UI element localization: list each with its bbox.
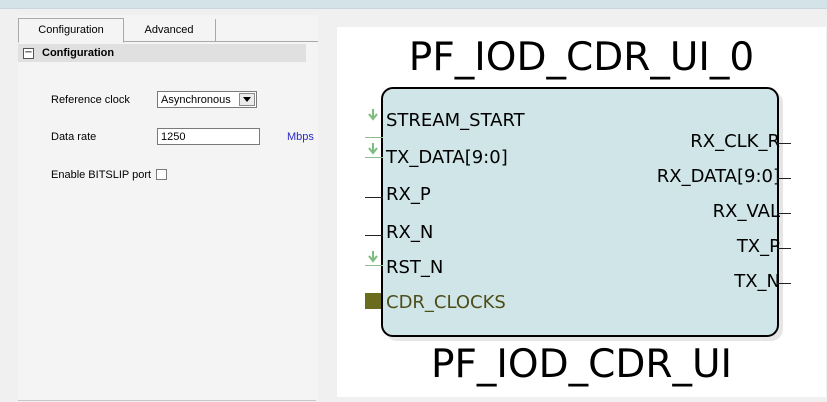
bitslip-checkbox[interactable]: [156, 169, 167, 180]
pin-line: [365, 157, 383, 158]
tab-bar: Configuration Advanced: [18, 15, 318, 43]
pin-line: [777, 283, 791, 284]
instance-name: PF_IOD_CDR_UI_0: [408, 35, 755, 80]
port-rst-n[interactable]: RST_N: [386, 257, 443, 278]
port-tx-p[interactable]: TX_P: [737, 236, 780, 257]
clock-bus-icon: [365, 293, 381, 309]
component-name: PF_IOD_CDR_UI: [430, 342, 733, 387]
reference-clock-label: Reference clock: [51, 94, 130, 106]
tab-advanced[interactable]: Advanced: [123, 19, 216, 41]
configuration-section-header[interactable]: − Configuration: [18, 44, 306, 62]
port-tx-data[interactable]: TX_DATA[9:0]: [386, 147, 508, 168]
data-rate-label: Data rate: [51, 131, 97, 143]
reference-clock-value: Asynchronous: [161, 94, 231, 106]
pin-line: [777, 213, 791, 214]
configuration-panel: Configuration Advanced − Configuration R…: [18, 15, 318, 401]
symbol-diagram: PF_IOD_CDR_UI_0 STREAM_START TX_DATA[9:0…: [337, 27, 826, 397]
dropdown-arrow-icon[interactable]: [239, 93, 255, 106]
port-rx-n[interactable]: RX_N: [386, 222, 433, 243]
port-rx-data[interactable]: RX_DATA[9:0]: [657, 166, 780, 187]
reference-clock-select[interactable]: Asynchronous: [157, 91, 257, 108]
tab-configuration[interactable]: Configuration: [18, 18, 124, 43]
pin-line: [365, 197, 383, 198]
top-strip-line: [0, 8, 827, 9]
collapse-icon[interactable]: −: [23, 48, 34, 59]
pin-line: [365, 235, 383, 236]
data-rate-input[interactable]: 1250: [157, 128, 260, 145]
port-tx-n[interactable]: TX_N: [734, 271, 780, 292]
section-title: Configuration: [42, 47, 115, 59]
pin-line: [777, 248, 791, 249]
port-cdr-clocks[interactable]: CDR_CLOCKS: [386, 292, 506, 313]
port-rx-clk-r[interactable]: RX_CLK_R: [690, 131, 780, 152]
port-stream-start[interactable]: STREAM_START: [386, 110, 525, 131]
pin-line: [365, 137, 383, 138]
port-rx-p[interactable]: RX_P: [386, 184, 431, 205]
bitslip-label: Enable BITSLIP port: [51, 169, 152, 181]
pin-line: [777, 143, 791, 144]
pin-line: [777, 178, 791, 179]
input-arrow-icon: [368, 143, 378, 155]
pin-line: [365, 265, 383, 266]
input-arrow-icon: [368, 251, 378, 263]
input-arrow-icon: [368, 109, 378, 121]
data-rate-unit: Mbps: [287, 131, 314, 143]
panel-bottom-border: [18, 400, 316, 401]
port-rx-val[interactable]: RX_VAL: [713, 201, 780, 222]
top-strip: [0, 0, 827, 8]
